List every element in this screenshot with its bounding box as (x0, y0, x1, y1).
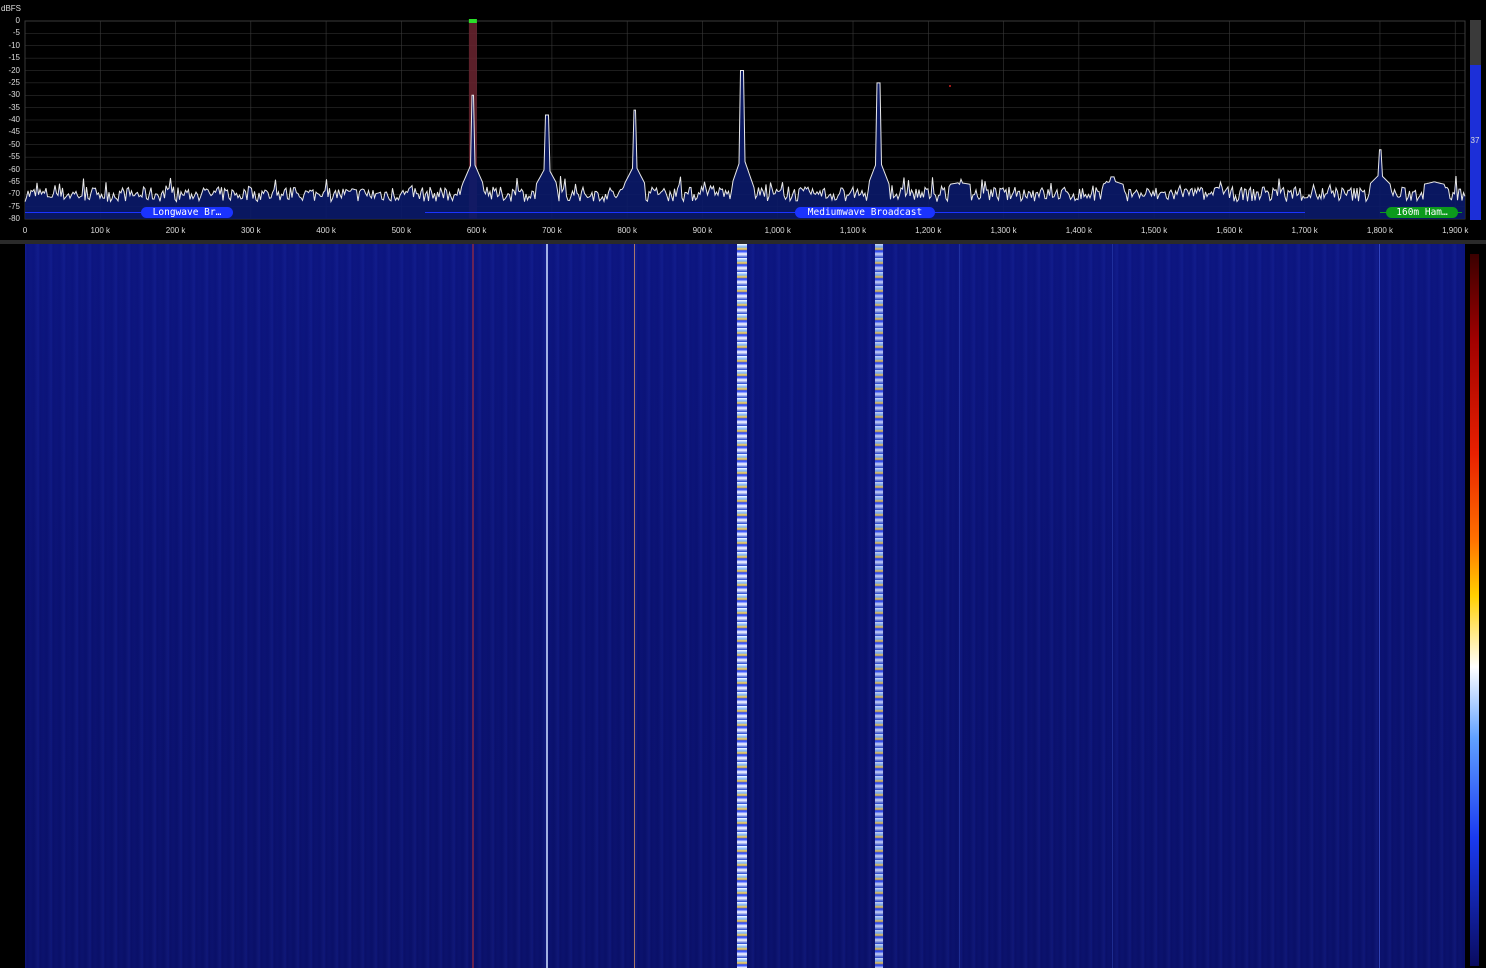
frequency-tick-label: 500 k (391, 226, 412, 235)
frequency-tick-label: 900 k (692, 226, 713, 235)
frequency-tick-label: 1,900 k (1442, 226, 1469, 235)
waterfall-signal-trace (471, 244, 474, 968)
gain-slider[interactable] (1470, 20, 1481, 220)
waterfall-field[interactable] (25, 244, 1465, 968)
dbfs-tick-label: -10 (8, 40, 20, 50)
dbfs-tick-label: -5 (12, 28, 20, 38)
spectrum-display[interactable]: dBFS 0 -5 -10 -15 -20 -25 -30 -35 -40 -45 -50 -55 -6… (0, 0, 1486, 242)
frequency-tick-label: 1,600 k (1216, 226, 1243, 235)
dbfs-tick-label: -60 (8, 164, 20, 174)
dbfs-tick-label: -40 (8, 115, 20, 124)
frequency-tick-label: 700 k (542, 226, 562, 235)
spectrum-plot[interactable] (0, 0, 1466, 240)
dbfs-tick-label: -15 (8, 53, 20, 63)
dbfs-tick-label: -70 (8, 189, 20, 199)
frequency-tick-label: 1,300 k (990, 226, 1017, 235)
frequency-tick-label: 1,100 k (839, 226, 867, 235)
dbfs-tick-label: -20 (8, 65, 20, 75)
dbfs-tick-label: -25 (8, 77, 20, 87)
frequency-tick-label: 1,700 k (1291, 226, 1318, 235)
frequency-tick-label: 1,400 k (1065, 226, 1092, 235)
frequency-tick-label: 600 k (466, 226, 487, 235)
frequency-tick-label: 200 k (165, 226, 186, 235)
frequency-tick-label: 1,200 k (915, 226, 942, 235)
dbfs-tick-label: -55 (8, 152, 20, 162)
dbfs-tick-label: -50 (8, 139, 20, 149)
frequency-tick-label: 0 (22, 226, 28, 235)
frequency-tick-label: 100 k (90, 226, 111, 235)
spectrum-dot (949, 85, 951, 87)
band-label-chip[interactable]: Longwave Br… (141, 207, 233, 218)
waterfall-signal-trace (959, 244, 961, 968)
dbfs-tick-label: -80 (8, 214, 20, 223)
dbfs-tick-label: -45 (8, 127, 20, 137)
frequency-tick-label: 1,000 k (764, 226, 791, 235)
waterfall-palette-bar[interactable] (1470, 254, 1479, 966)
frequency-tick-label: 1,500 k (1140, 226, 1168, 235)
dbfs-tick-label: -75 (8, 201, 20, 211)
dbfs-unit-label: dBFS (1, 4, 22, 13)
waterfall-signal-trace (1379, 244, 1381, 968)
frequency-tick-label: 800 k (617, 226, 637, 235)
frequency-tick-label: 400 k (316, 226, 336, 235)
waterfall-signal-trace (874, 244, 883, 968)
dbfs-tick-label: -35 (8, 102, 20, 112)
band-label-chip[interactable]: 160m Ham… (1386, 207, 1458, 218)
waterfall-signal-trace (545, 244, 548, 968)
dbfs-tick-label: 0 (15, 16, 20, 25)
band-label-chip[interactable]: Mediumwave Broadcast (795, 207, 935, 218)
dbfs-tick-label: -30 (8, 90, 20, 100)
gain-value-label: 37 (1470, 136, 1480, 145)
waterfall-signal-trace (1112, 244, 1114, 968)
waterfall-signal-trace (737, 244, 748, 968)
tuned-marker-handle (468, 19, 477, 23)
frequency-tick-label: 300 k (241, 226, 261, 235)
waterfall-display[interactable] (0, 244, 1486, 968)
dbfs-tick-label: -65 (8, 176, 20, 186)
waterfall-signal-trace (634, 244, 636, 968)
frequency-tick-label: 1,800 k (1366, 226, 1394, 235)
